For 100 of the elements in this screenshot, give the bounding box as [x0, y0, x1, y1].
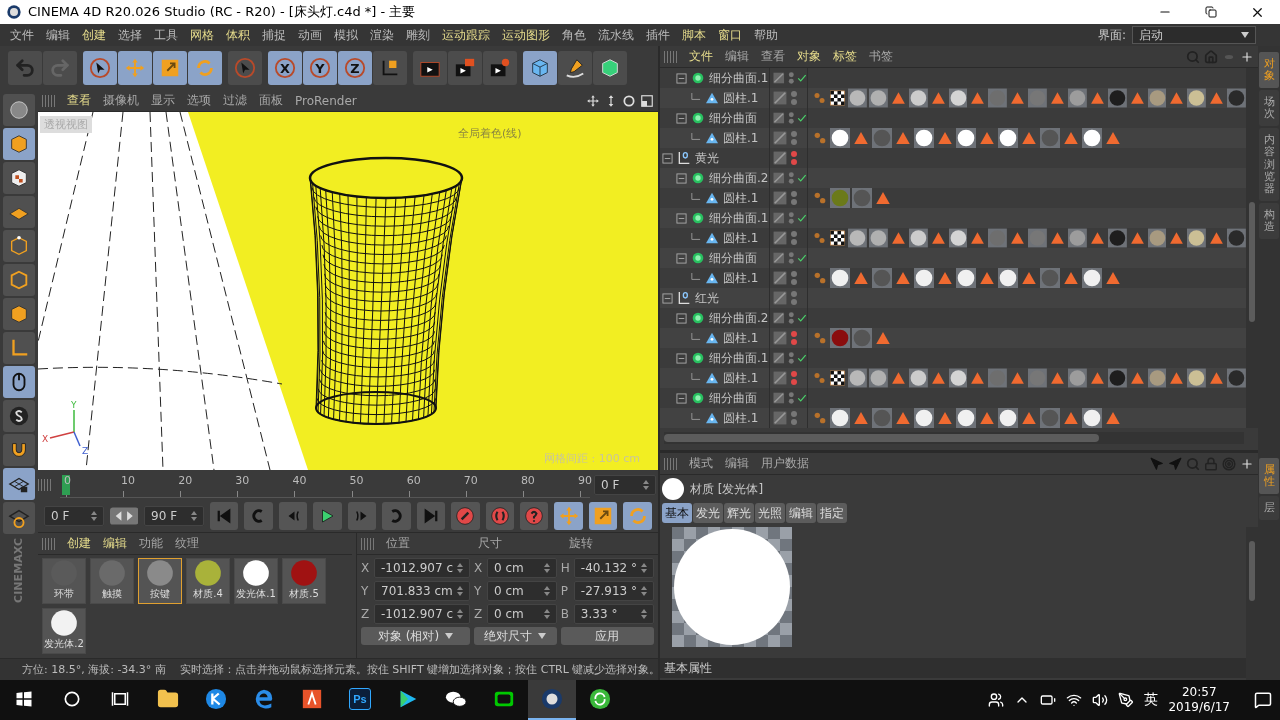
menu-item[interactable]: 帮助	[748, 26, 784, 44]
object-row[interactable]: 细分曲面	[660, 248, 1246, 268]
attribute-tab[interactable]: 光照	[755, 503, 785, 523]
material-menu-item[interactable]: 创建	[62, 535, 96, 552]
attribute-tab[interactable]: 辉光	[724, 503, 754, 523]
object-menu-item[interactable]: 对象	[792, 48, 826, 65]
menu-item[interactable]: 流水线	[592, 26, 640, 44]
coordinate-field[interactable]: 3.33 °	[573, 604, 654, 624]
side-tab[interactable]: 构造	[1259, 202, 1279, 240]
object-menu-item[interactable]: 标签	[828, 48, 862, 65]
side-tab[interactable]: 层	[1259, 495, 1279, 520]
coordinate-field[interactable]: -1012.907 c	[374, 604, 470, 624]
object-row[interactable]: 圆柱.1	[660, 408, 1246, 428]
attribute-tab[interactable]: 发光	[693, 503, 723, 523]
attribute-menu-item[interactable]: 编辑	[720, 455, 754, 472]
menu-item[interactable]: 捕捉	[256, 26, 292, 44]
object-row[interactable]: 圆柱.1	[660, 328, 1246, 348]
viewport-menu-item[interactable]: 查看	[62, 92, 96, 109]
attribute-tab[interactable]: 指定	[817, 503, 847, 523]
material-name: 触摸	[102, 587, 122, 601]
object-name: 细分曲面	[709, 389, 757, 407]
logo-text: MAXC	[13, 538, 25, 574]
current-frame-field[interactable]: 0 F	[594, 475, 656, 495]
menu-item[interactable]: 编辑	[40, 26, 76, 44]
axis-label: Z	[82, 446, 89, 456]
menu-item[interactable]: 雕刻	[400, 26, 436, 44]
end-frame-field[interactable]: 90 F	[144, 506, 204, 526]
menu-item[interactable]: 网格	[184, 26, 220, 44]
coordinate-field[interactable]: 0 cm	[487, 581, 557, 601]
viewport-menu-item[interactable]: 过滤	[218, 92, 252, 109]
side-tab[interactable]: 场次	[1259, 90, 1279, 127]
menu-item[interactable]: 动画	[292, 26, 328, 44]
material-menu-item[interactable]: 编辑	[98, 535, 132, 552]
layout-dropdown[interactable]: 启动	[1132, 26, 1256, 44]
viewport-menu-item[interactable]: 摄像机	[98, 92, 144, 109]
object-row[interactable]: 细分曲面.2	[660, 168, 1246, 188]
coordinate-field[interactable]: 0 cm	[487, 558, 557, 578]
material-item[interactable]: 材质.4	[186, 558, 230, 604]
viewport-menu-item[interactable]: 选项	[182, 92, 216, 109]
coordinate-header[interactable]: 尺寸	[472, 535, 563, 552]
viewport-menu-item[interactable]: ProRender	[290, 93, 362, 108]
toolbar-button[interactable]: X	[268, 51, 302, 85]
object-row[interactable]: 圆柱.1	[660, 88, 1246, 108]
material-item[interactable]: 按键	[138, 558, 182, 604]
object-row[interactable]: 圆柱.1	[660, 128, 1246, 148]
object-menu-item[interactable]: 书签	[864, 48, 898, 65]
material-item[interactable]: 触摸	[90, 558, 134, 604]
material-item[interactable]: 材质.5	[282, 558, 326, 604]
coordinate-field[interactable]: -27.913 °	[573, 581, 654, 601]
object-row[interactable]: 圆柱.1	[660, 368, 1246, 388]
menu-item[interactable]: 体积	[220, 26, 256, 44]
toolbar-button[interactable]: Z	[338, 51, 372, 85]
viewport-menu-item[interactable]: 面板	[254, 92, 288, 109]
coordinate-field[interactable]: -1012.907 c	[374, 558, 470, 578]
material-menu-item[interactable]: 纹理	[170, 535, 204, 552]
menu-item[interactable]: 模拟	[328, 26, 364, 44]
frame-tick-label: 80	[520, 474, 535, 487]
menu-item[interactable]: 运动跟踪	[436, 26, 496, 44]
clock[interactable]: 20:57 2019/6/17	[1168, 685, 1230, 715]
side-tab[interactable]: 内容浏览器	[1259, 128, 1279, 201]
menu-item[interactable]: 创建	[76, 26, 112, 44]
menu-item[interactable]: 运动图形	[496, 26, 556, 44]
object-menu-item[interactable]: 文件	[684, 48, 718, 65]
menu-item[interactable]: 角色	[556, 26, 592, 44]
coordinate-field[interactable]: 701.833 cm	[374, 581, 470, 601]
start-frame-field[interactable]: 0 F	[44, 506, 104, 526]
menu-item[interactable]: 脚本	[676, 26, 712, 44]
attribute-tab[interactable]: 基本	[662, 503, 692, 523]
window-title: CINEMA 4D R20.026 Studio (RC - R20) - [床头灯.c4d *] - 主要	[28, 3, 417, 21]
object-row[interactable]: 细分曲面.1	[660, 208, 1246, 228]
material-item[interactable]: 环带	[42, 558, 86, 604]
menu-item[interactable]: 文件	[4, 26, 40, 44]
coordinate-mode-dropdown[interactable]: 对象 (相对)	[361, 627, 470, 645]
coordinate-header[interactable]: 旋转	[564, 535, 654, 552]
menu-item[interactable]: 渲染	[364, 26, 400, 44]
material-menu-item[interactable]: 功能	[134, 535, 168, 552]
coordinate-field[interactable]: -40.132 °	[573, 558, 654, 578]
menu-item[interactable]: 插件	[640, 26, 676, 44]
frame-tick-label: 90	[578, 474, 592, 487]
material-item[interactable]: 发光体.1	[234, 558, 278, 604]
viewport-menu-item[interactable]: 显示	[146, 92, 180, 109]
object-row[interactable]: 红光	[660, 288, 1246, 308]
size-mode-dropdown[interactable]: 绝对尺寸	[474, 627, 557, 645]
input-method-indicator[interactable]: 英	[1144, 691, 1159, 709]
object-menu-item[interactable]: 查看	[756, 48, 790, 65]
taskbar-app[interactable]: Ps	[336, 680, 384, 720]
coordinate-header[interactable]: 位置	[381, 535, 471, 552]
menu-item[interactable]: 选择	[112, 26, 148, 44]
menu-item[interactable]: 工具	[148, 26, 184, 44]
menu-item[interactable]: 窗口	[712, 26, 748, 44]
attribute-menu-item[interactable]: 用户数据	[756, 455, 814, 472]
object-menu-item[interactable]: 编辑	[720, 48, 754, 65]
attribute-tab[interactable]: 编辑	[786, 503, 816, 523]
side-tab[interactable]: 属性	[1259, 457, 1279, 494]
coordinate-field[interactable]: 0 cm	[487, 604, 557, 624]
attribute-menu-item[interactable]: 模式	[684, 455, 718, 472]
material-item[interactable]: 发光体.2	[42, 608, 86, 654]
apply-button[interactable]: 应用	[560, 627, 654, 645]
toolbar-button[interactable]: Y	[303, 51, 337, 85]
side-tab[interactable]: 对象	[1259, 52, 1279, 89]
